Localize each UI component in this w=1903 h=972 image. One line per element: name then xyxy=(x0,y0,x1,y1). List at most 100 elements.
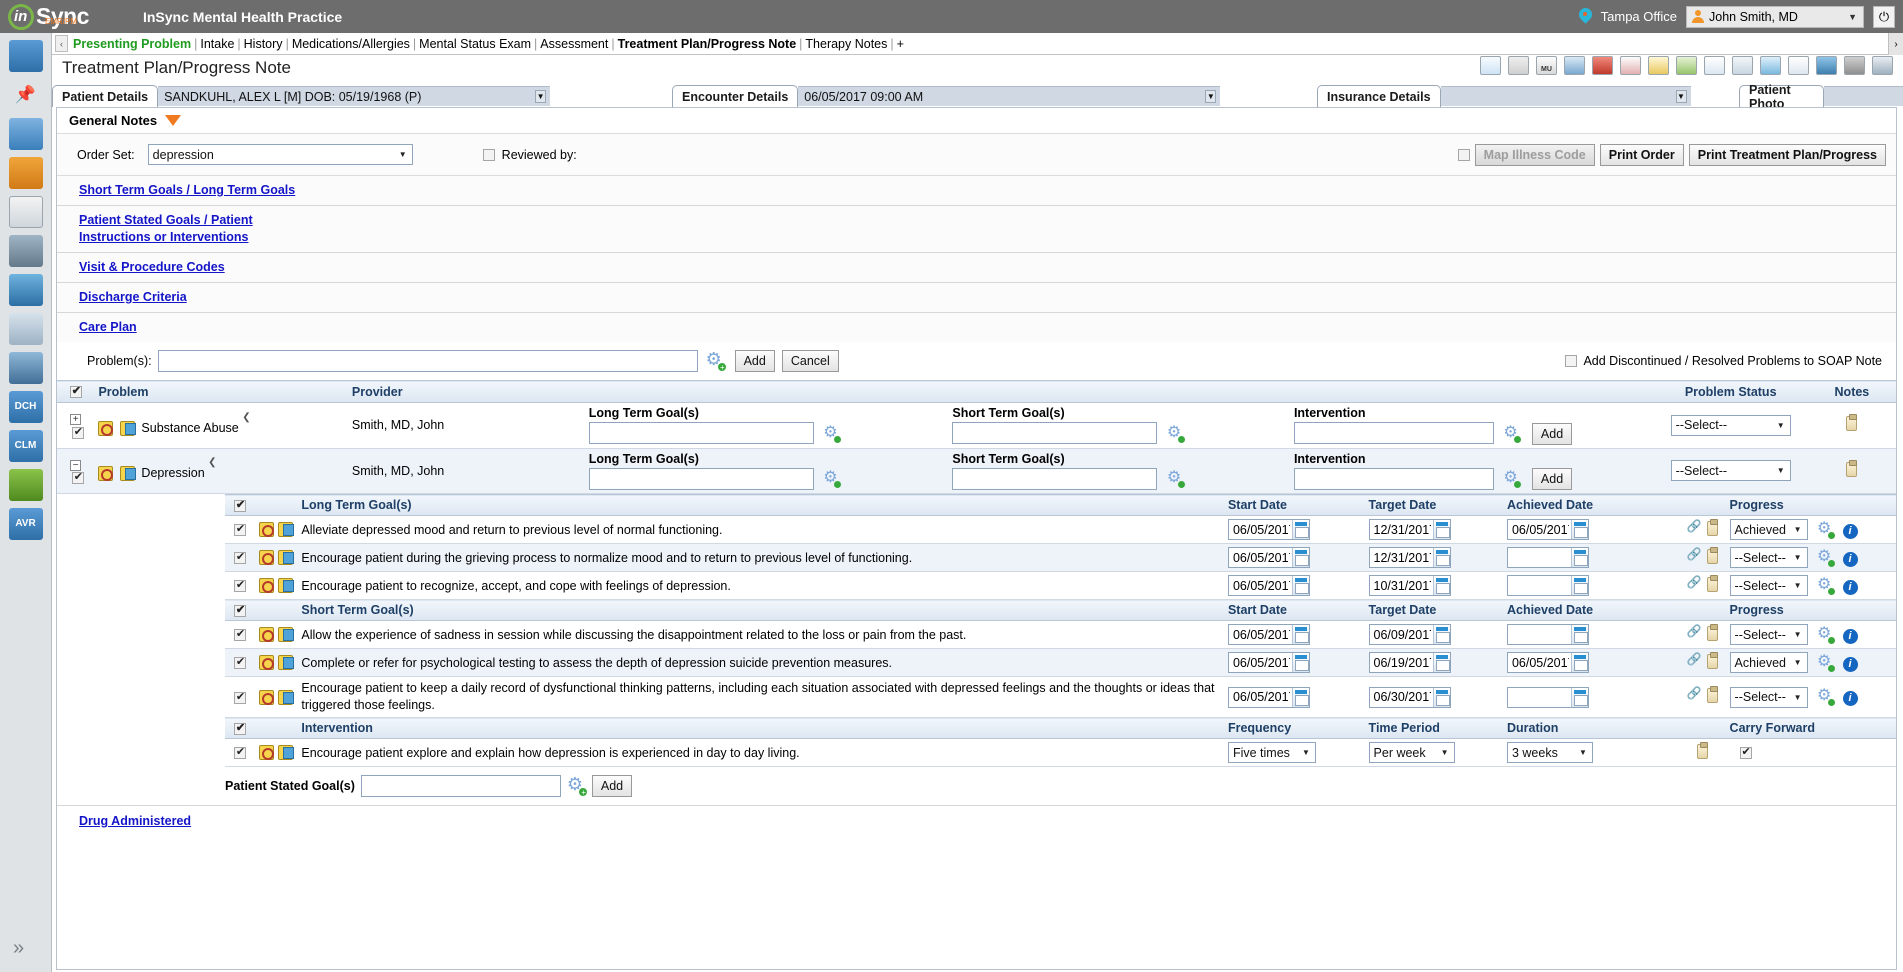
clock-approve-icon[interactable] xyxy=(1480,56,1501,75)
info-icon[interactable]: i xyxy=(1842,691,1858,706)
calendar-icon[interactable] xyxy=(1291,653,1309,672)
goal-settings-gear-icon[interactable] xyxy=(1817,651,1836,672)
target-date-field[interactable] xyxy=(1368,624,1451,645)
calendar-icon[interactable] xyxy=(1291,576,1309,595)
patient-stated-goals-add-button[interactable]: Add xyxy=(591,775,633,797)
intervention-picker-gear-icon[interactable] xyxy=(1503,467,1522,489)
calendar-icon[interactable] xyxy=(1432,625,1450,644)
card-icon[interactable] xyxy=(1872,56,1893,75)
rail-item-pin[interactable]: 📌 xyxy=(8,79,43,111)
calendar-icon[interactable] xyxy=(1432,520,1450,539)
target-date-field[interactable] xyxy=(1368,652,1451,673)
goal-note-icon[interactable] xyxy=(277,689,294,705)
achieved-date-input[interactable] xyxy=(1507,549,1571,566)
notes-clipboard-icon[interactable] xyxy=(1846,459,1858,477)
calendar-icon[interactable] xyxy=(1432,687,1450,707)
calendar-icon[interactable] xyxy=(1570,576,1588,595)
print-chart-icon[interactable] xyxy=(1564,56,1585,75)
problem-checkbox[interactable] xyxy=(71,470,84,485)
notes-clipboard-icon[interactable] xyxy=(1706,686,1718,703)
rail-item-schedule[interactable] xyxy=(8,118,43,150)
stg-input[interactable] xyxy=(952,467,1158,490)
menu-item-medications-allergies[interactable]: Medications/Allergies xyxy=(292,37,410,51)
patient-details-value[interactable]: SANDKUHL, ALEX L [M] DOB: 05/19/1968 (P)… xyxy=(158,86,551,106)
page-blank-icon[interactable] xyxy=(1508,56,1529,75)
patient-photo-value[interactable]: ▼ xyxy=(1823,86,1903,106)
carry-forward-checkbox[interactable] xyxy=(1739,745,1752,760)
edit-chart-icon[interactable] xyxy=(1788,56,1809,75)
target-date-input[interactable] xyxy=(1369,626,1433,643)
start-date-field[interactable] xyxy=(1227,519,1310,540)
problem-cancel-button[interactable]: Cancel xyxy=(781,350,839,372)
menu-item-mental-status-exam[interactable]: Mental Status Exam xyxy=(419,37,531,51)
select-all-problems-checkbox[interactable] xyxy=(69,384,82,399)
problems-input[interactable] xyxy=(157,350,698,372)
problem-checkbox[interactable] xyxy=(71,425,84,439)
target-date-input[interactable] xyxy=(1369,654,1433,671)
collapse-problem-icon[interactable]: − xyxy=(70,459,82,471)
achieved-date-field[interactable] xyxy=(1506,624,1589,645)
share-icon[interactable] xyxy=(208,457,220,472)
rail-item-reports[interactable] xyxy=(8,274,43,306)
stg-picker-gear-icon[interactable] xyxy=(1167,467,1185,489)
problem-add-button[interactable]: Add xyxy=(734,350,775,372)
rail-item-avr[interactable]: AVR xyxy=(8,508,43,540)
ltg-picker-gear-icon[interactable] xyxy=(823,467,842,489)
logout-button[interactable]: ⏻ xyxy=(1873,5,1895,28)
progress-select[interactable]: --Select-- ▼ xyxy=(1729,624,1808,645)
achieved-date-field[interactable] xyxy=(1506,575,1589,596)
calendar-icon[interactable] xyxy=(1570,687,1588,707)
drug-administered-link[interactable]: Drug Administered xyxy=(79,814,191,828)
link-icon[interactable] xyxy=(1687,686,1702,703)
achieved-date-input[interactable] xyxy=(1507,626,1571,643)
goal-checkbox[interactable] xyxy=(233,550,246,565)
insurance-details-value[interactable]: ▼ xyxy=(1440,86,1691,106)
menu-scroll-right-button[interactable]: › xyxy=(1888,33,1903,55)
ltg-picker-gear-icon[interactable] xyxy=(823,422,842,443)
ltg-input[interactable] xyxy=(588,467,814,490)
start-date-field[interactable] xyxy=(1227,652,1310,673)
achieved-date-field[interactable] xyxy=(1506,652,1589,673)
goal-checkbox[interactable] xyxy=(233,627,246,642)
mu-icon[interactable]: MU xyxy=(1536,56,1557,75)
rail-item-dashboard[interactable] xyxy=(8,40,43,72)
calendar-icon[interactable] xyxy=(1432,548,1450,567)
erx-icon[interactable] xyxy=(1620,56,1641,75)
menu-item-presenting-problem[interactable]: Presenting Problem xyxy=(73,37,191,51)
intervention-picker-gear-icon[interactable] xyxy=(1503,422,1522,443)
link-icon[interactable] xyxy=(1687,652,1702,669)
achieved-date-field[interactable] xyxy=(1506,519,1589,540)
calendar-icon[interactable] xyxy=(1291,687,1309,707)
achieved-date-input[interactable] xyxy=(1507,654,1571,671)
goal-history-icon[interactable] xyxy=(258,522,274,538)
reviewed-by-checkbox[interactable] xyxy=(482,148,495,161)
progress-select[interactable]: Achieved ▼ xyxy=(1729,652,1808,673)
rail-item-providers[interactable] xyxy=(8,235,43,267)
select-all-stg-checkbox[interactable] xyxy=(233,603,246,617)
menu-collapse-button[interactable]: ‹ xyxy=(55,35,68,52)
notes-clipboard-icon[interactable] xyxy=(1706,518,1718,536)
select-all-interventions-checkbox[interactable] xyxy=(233,721,246,735)
start-date-input[interactable] xyxy=(1228,549,1292,566)
start-date-field[interactable] xyxy=(1227,547,1310,568)
edit-note-icon[interactable] xyxy=(1648,56,1669,75)
goal-note-icon[interactable] xyxy=(277,655,294,671)
target-date-field[interactable] xyxy=(1368,686,1451,708)
cancel-form-icon[interactable] xyxy=(1704,56,1725,75)
link-icon[interactable] xyxy=(1687,624,1702,641)
start-date-input[interactable] xyxy=(1228,689,1292,705)
patient-icon[interactable] xyxy=(1816,56,1837,75)
mail-icon[interactable] xyxy=(1760,56,1781,75)
target-date-input[interactable] xyxy=(1369,577,1433,594)
tab-insurance-details[interactable]: Insurance Details ▼ xyxy=(1317,85,1691,107)
goal-settings-gear-icon[interactable] xyxy=(1817,518,1836,539)
tab-patient-details[interactable]: Patient Details SANDKUHL, ALEX L [M] DOB… xyxy=(52,85,551,107)
problem-picker-gear-icon[interactable]: + xyxy=(706,349,726,371)
problem-history-icon[interactable] xyxy=(98,466,114,482)
target-date-field[interactable] xyxy=(1368,519,1451,540)
visit-procedure-codes-link[interactable]: Visit & Procedure Codes xyxy=(79,259,225,276)
problem-note-icon[interactable] xyxy=(119,466,136,482)
encounter-details-value[interactable]: 06/05/2017 09:00 AM ▼ xyxy=(798,86,1221,106)
goal-history-icon[interactable] xyxy=(258,655,274,671)
order-set-select[interactable]: depression ▼ xyxy=(147,144,413,165)
